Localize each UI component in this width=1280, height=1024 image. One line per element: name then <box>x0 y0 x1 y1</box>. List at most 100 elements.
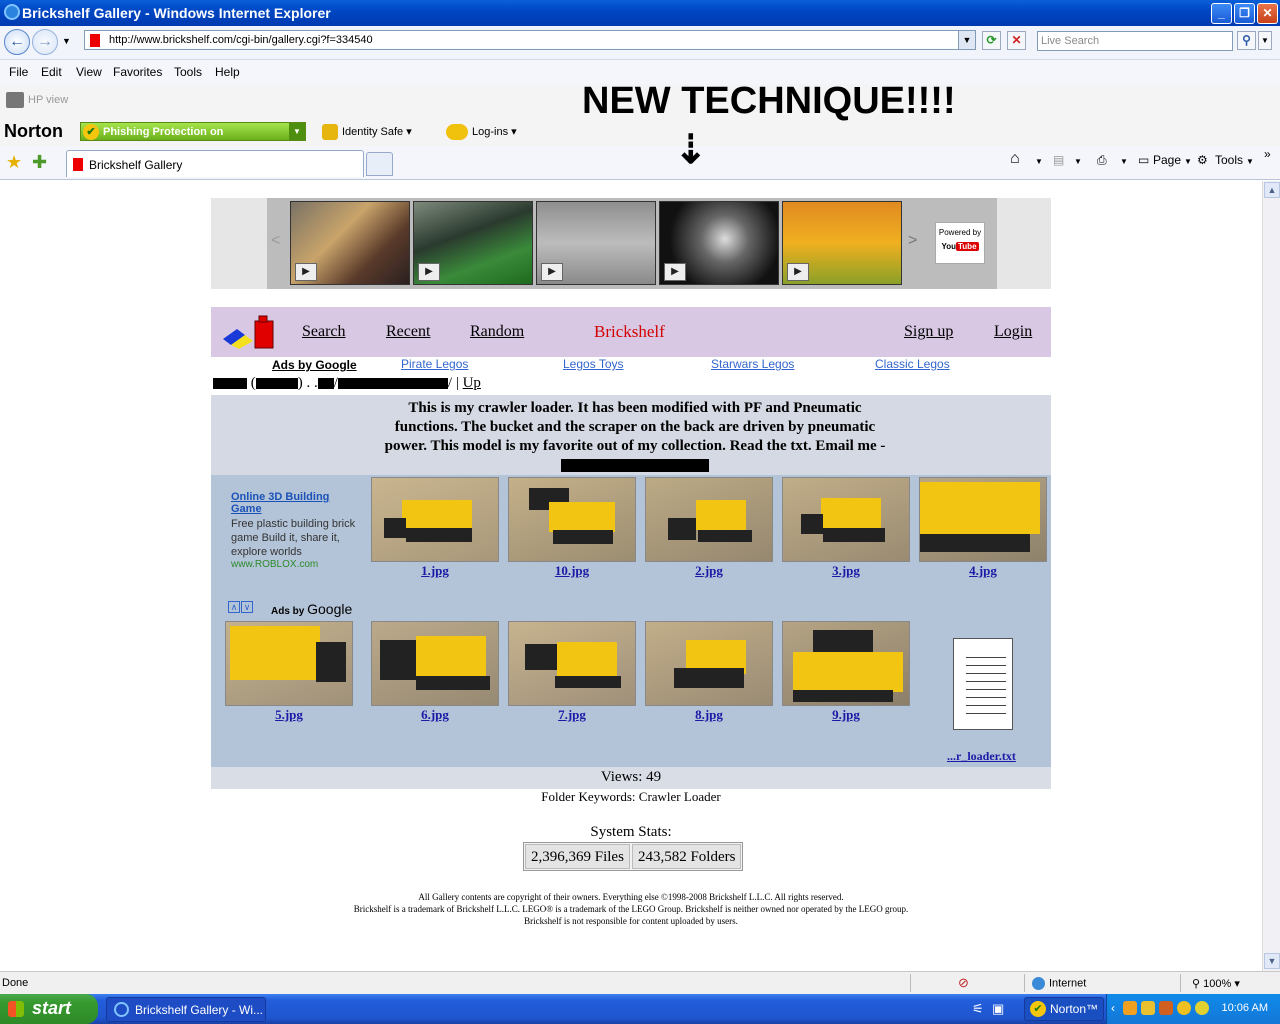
menu-edit[interactable]: Edit <box>41 65 62 79</box>
chevron-down-icon[interactable]: ▼ <box>289 123 305 140</box>
login-link[interactable]: Login <box>994 323 1032 341</box>
gallery-item[interactable]: 9.jpg <box>782 621 910 723</box>
ad-link[interactable]: Starwars Legos <box>711 357 794 371</box>
up-link[interactable]: Up <box>463 375 481 391</box>
brickshelf-logo[interactable] <box>223 315 275 349</box>
video-thumbnail[interactable]: ▶ <box>782 201 902 285</box>
forward-button[interactable]: → <box>32 29 58 55</box>
stop-button[interactable]: ✕ <box>1007 31 1026 50</box>
menu-favorites[interactable]: Favorites <box>113 65 162 79</box>
ad-link[interactable]: Legos Toys <box>563 357 624 371</box>
gallery-item[interactable]: 7.jpg <box>508 621 636 723</box>
tray-app-icon[interactable] <box>1123 1001 1137 1015</box>
chevron-down-icon[interactable]: ▼ <box>1035 157 1043 166</box>
print-icon[interactable]: ⎙ <box>1097 153 1107 168</box>
play-icon[interactable]: ▶ <box>787 263 809 281</box>
tray-app-icon[interactable] <box>1159 1001 1173 1015</box>
back-button[interactable]: ← <box>4 29 30 55</box>
video-thumbnail[interactable]: ▶ <box>290 201 410 285</box>
address-input[interactable]: http://www.brickshelf.com/cgi-bin/galler… <box>109 34 373 46</box>
norton-tray-button[interactable]: ✔ Norton™ <box>1024 997 1104 1021</box>
random-link[interactable]: Random <box>470 323 524 341</box>
thumbnail-caption[interactable]: 4.jpg <box>919 563 1047 579</box>
menu-tools[interactable]: Tools <box>174 65 202 79</box>
scroll-up-icon[interactable]: ▲ <box>1264 182 1280 198</box>
gallery-item[interactable]: 10.jpg <box>508 477 636 579</box>
clock[interactable]: 10:06 AM <box>1222 1002 1268 1014</box>
play-icon[interactable]: ▶ <box>664 263 686 281</box>
thumbnail-caption[interactable]: 10.jpg <box>508 563 636 579</box>
text-file-caption[interactable]: ...r_loader.txt <box>947 749 1016 764</box>
video-thumbnail[interactable]: ▶ <box>536 201 656 285</box>
thumbnail-caption[interactable]: 7.jpg <box>508 707 636 723</box>
home-icon[interactable]: ⌂ <box>1010 150 1020 168</box>
chevron-up-icon[interactable]: ∧ <box>228 601 240 613</box>
search-input[interactable]: Live Search <box>1037 31 1233 51</box>
more-icon[interactable]: » <box>1264 147 1271 161</box>
history-dropdown-icon[interactable]: ▼ <box>62 36 71 46</box>
close-button[interactable]: ✕ <box>1257 3 1278 24</box>
logins-button[interactable]: Log-ins ▾ <box>446 124 517 140</box>
thumbnail-caption[interactable]: 6.jpg <box>371 707 499 723</box>
hp-view-label[interactable]: HP view <box>28 94 68 106</box>
gallery-item[interactable]: 6.jpg <box>371 621 499 723</box>
minimize-button[interactable]: _ <box>1211 3 1232 24</box>
play-icon[interactable]: ▶ <box>541 263 563 281</box>
thumbnail-image[interactable] <box>508 621 636 706</box>
ad-title-link[interactable]: Online 3D Building Game <box>231 491 361 515</box>
play-icon[interactable]: ▶ <box>418 263 440 281</box>
thumbnail-caption[interactable]: 1.jpg <box>371 563 499 579</box>
thumbnail-image[interactable] <box>508 477 636 562</box>
gallery-item[interactable]: 8.jpg <box>645 621 773 723</box>
identity-safe-button[interactable]: Identity Safe ▾ <box>322 124 412 140</box>
phishing-protection-button[interactable]: ✔ Phishing Protection on ▼ <box>80 122 306 141</box>
start-button[interactable]: start <box>0 994 98 1024</box>
add-favorites-icon[interactable]: ✚ <box>32 152 47 173</box>
tray-app-icon[interactable] <box>1177 1001 1191 1015</box>
thumbnail-image[interactable] <box>645 477 773 562</box>
rss-icon[interactable]: ▤ <box>1053 153 1064 167</box>
google-logo[interactable]: Google <box>307 601 352 617</box>
popup-blocker-icon[interactable]: ⊘ <box>958 975 969 991</box>
signup-link[interactable]: Sign up <box>904 323 953 341</box>
video-thumbnail[interactable]: ▶ <box>413 201 533 285</box>
taskbar-item-ie[interactable]: Brickshelf Gallery - Wi... <box>106 997 266 1022</box>
play-icon[interactable]: ▶ <box>295 263 317 281</box>
page-menu-button[interactable]: Page <box>1153 153 1181 167</box>
youtube-logo[interactable]: Powered by You Tube <box>935 222 985 264</box>
search-options-icon[interactable]: ▼ <box>1258 31 1272 50</box>
chevron-down-icon[interactable]: ▼ <box>1246 157 1254 166</box>
gallery-item[interactable]: 2.jpg <box>645 477 773 579</box>
tray-app-icon[interactable] <box>1195 1001 1209 1015</box>
menu-view[interactable]: View <box>76 65 102 79</box>
thumbnail-caption[interactable]: 8.jpg <box>645 707 773 723</box>
favorites-star-icon[interactable]: ★ <box>6 152 22 173</box>
network-icon[interactable]: ⚟ <box>972 1001 984 1017</box>
menu-file[interactable]: File <box>9 65 28 79</box>
recent-link[interactable]: Recent <box>386 323 430 341</box>
thumbnail-caption[interactable]: 2.jpg <box>645 563 773 579</box>
chevron-down-icon[interactable]: ∨ <box>241 601 253 613</box>
search-icon[interactable]: ⚲ <box>1237 31 1256 50</box>
new-tab-button[interactable] <box>366 152 393 176</box>
maximize-button[interactable]: ❐ <box>1234 3 1255 24</box>
zoom-level[interactable]: ⚲ 100% ▾ <box>1192 977 1240 990</box>
shield-icon[interactable] <box>1141 1001 1155 1015</box>
text-file-icon[interactable] <box>949 638 1013 730</box>
ads-by-google-link[interactable]: Ads by Google <box>272 358 357 372</box>
thumbnail-caption[interactable]: 5.jpg <box>225 707 353 723</box>
thumbnail-image[interactable] <box>919 477 1047 562</box>
gallery-item[interactable]: 3.jpg <box>782 477 910 579</box>
vertical-scrollbar[interactable]: ▲ ▼ <box>1262 181 1280 971</box>
ad-url[interactable]: www.ROBLOX.com <box>231 559 361 570</box>
thumbnail-image[interactable] <box>782 477 910 562</box>
video-thumbnail[interactable]: ▶ <box>659 201 779 285</box>
gallery-item[interactable]: 1.jpg <box>371 477 499 579</box>
chevron-left-icon[interactable]: < <box>271 232 280 250</box>
address-bar[interactable]: http://www.brickshelf.com/cgi-bin/galler… <box>84 30 976 50</box>
chevron-down-icon[interactable]: ▼ <box>1120 157 1128 166</box>
search-link[interactable]: Search <box>302 323 346 341</box>
tools-menu-button[interactable]: Tools <box>1215 153 1243 167</box>
address-dropdown-icon[interactable]: ▼ <box>958 31 975 49</box>
ad-link[interactable]: Pirate Legos <box>401 357 468 371</box>
